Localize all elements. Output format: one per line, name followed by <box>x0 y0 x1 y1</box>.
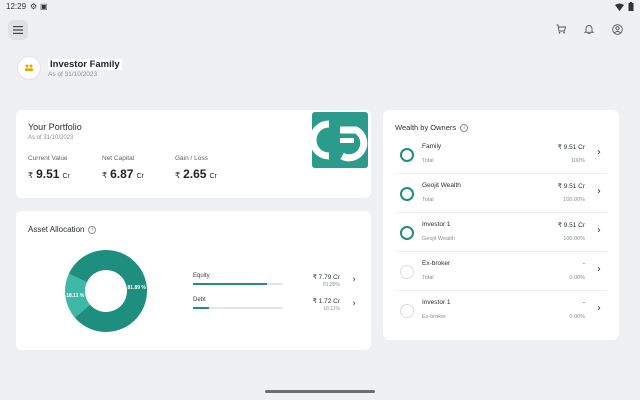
asset-allocation-card: Asset Allocation i 81.89 % 18.11 % Equity … <box>16 211 371 350</box>
owner-row[interactable]: Family Total ₹ 9.51 Cr 100% › <box>395 136 607 174</box>
notification-icon: ▣ <box>40 2 48 11</box>
allocation-bar-track <box>193 307 283 309</box>
net-capital-value: ₹6.87 Cr <box>102 167 144 181</box>
gain-loss-amount: 2.65 <box>183 167 207 181</box>
owner-percent: 0.00% <box>569 275 585 281</box>
owner-name: Ex-broker <box>422 260 451 267</box>
allocation-bar-fill <box>193 283 267 285</box>
bell-icon[interactable] <box>582 22 596 36</box>
currency-symbol: ₹ <box>175 171 181 180</box>
info-icon[interactable]: i <box>460 124 469 133</box>
owner-name: Investor 1 <box>422 221 451 228</box>
status-time: 12:29 <box>6 2 27 11</box>
account-icon[interactable] <box>610 22 624 36</box>
allocation-bar-fill <box>193 307 210 309</box>
chevron-right-icon[interactable]: › <box>597 147 601 158</box>
owner-ring-indicator <box>400 304 414 318</box>
chevron-right-icon[interactable]: › <box>597 186 601 197</box>
owner-sub: Total <box>422 158 434 164</box>
allocation-row-percent: 18.11% <box>323 306 340 312</box>
owner-percent: 100.00% <box>563 197 585 203</box>
header-actions <box>554 22 624 36</box>
wealth-by-owners-title: Wealth by Owners i <box>395 123 469 133</box>
battery-icon <box>628 2 634 13</box>
owner-ring-indicator <box>400 148 414 162</box>
owner-value: ₹ 9.51 Cr <box>557 144 585 151</box>
owner-ring-indicator <box>400 226 414 240</box>
owner-row[interactable]: Geojit Wealth Total ₹ 9.51 Cr 100.00% › <box>395 175 607 213</box>
home-indicator[interactable] <box>265 390 375 393</box>
owner-ring-indicator <box>400 265 414 279</box>
family-as-of-date: As of 31/10/2023 <box>48 71 98 78</box>
chevron-right-icon[interactable]: › <box>597 303 601 314</box>
allocation-row-debt[interactable]: Debt ₹ 1.72 Cr 18.11% › <box>193 297 358 327</box>
group-icon <box>24 59 34 77</box>
owner-row[interactable]: Ex-broker Total - 0.00% › <box>395 253 607 291</box>
menu-button[interactable] <box>8 20 28 40</box>
geojit-logo <box>309 112 368 168</box>
status-bar: 12:29 ⚙ ▣ <box>0 0 640 14</box>
menu-icon <box>13 21 23 39</box>
settings-icon: ⚙ <box>30 2 38 11</box>
allocation-row-percent: 81.89% <box>323 282 340 288</box>
donut-label-equity: 81.89 % <box>128 285 147 291</box>
family-avatar[interactable] <box>17 56 41 80</box>
allocation-row-label: Debt <box>193 297 206 303</box>
owner-percent: 100.00% <box>563 236 585 242</box>
net-capital-amount: 6.87 <box>110 167 134 181</box>
owner-sub: Total <box>422 197 434 203</box>
chevron-right-icon[interactable]: › <box>597 225 601 236</box>
owner-name: Investor 1 <box>422 299 451 306</box>
current-value: ₹9.51 Cr <box>28 167 70 181</box>
owner-value: ₹ 9.51 Cr <box>557 222 585 229</box>
owner-percent: 0.00% <box>569 314 585 320</box>
owner-row[interactable]: Investor 1 Geojit Wealth ₹ 9.51 Cr 100.0… <box>395 214 607 252</box>
owner-value: - <box>582 299 585 306</box>
portfolio-title: Your Portfolio <box>28 122 82 132</box>
allocation-donut-chart[interactable]: 81.89 % 18.11 % <box>64 249 148 333</box>
owner-ring-indicator <box>400 187 414 201</box>
owner-name: Geojit Wealth <box>422 182 461 189</box>
net-capital-label: Net Capital <box>102 155 135 162</box>
currency-symbol: ₹ <box>102 171 108 180</box>
owner-name: Family <box>422 143 442 150</box>
portfolio-card[interactable]: Your Portfolio As of 31/10/2023 Current … <box>16 110 371 198</box>
owner-sub: Ex-broker <box>422 314 446 320</box>
owner-value: ₹ 9.51 Cr <box>557 183 585 190</box>
current-value-unit: Cr <box>62 173 70 180</box>
gain-loss-label: Gain / Loss <box>175 155 208 162</box>
current-value-label: Current Value <box>28 155 68 162</box>
allocation-bar-track <box>193 283 283 285</box>
chevron-right-icon[interactable]: › <box>352 299 356 309</box>
wifi-icon <box>615 3 624 13</box>
cart-icon[interactable] <box>554 22 568 36</box>
family-name[interactable]: Investor Family <box>48 59 122 70</box>
owner-row[interactable]: Investor 1 Ex-broker - 0.00% › <box>395 292 607 330</box>
wealth-by-owners-card: Wealth by Owners i Family Total ₹ 9.51 Cr… <box>383 110 619 340</box>
wealth-by-owners-title-text: Wealth by Owners <box>395 123 457 132</box>
asset-allocation-title-text: Asset Allocation <box>28 225 85 234</box>
owner-percent: 100% <box>570 158 585 164</box>
allocation-row-amount: ₹ 1.72 Cr <box>312 298 340 305</box>
info-icon[interactable]: i <box>88 225 97 234</box>
current-value-amount: 9.51 <box>36 167 60 181</box>
asset-allocation-title: Asset Allocation i <box>28 225 97 234</box>
allocation-row-label: Equity <box>193 273 210 279</box>
owner-value: - <box>582 260 585 267</box>
owner-sub: Geojit Wealth <box>422 236 455 242</box>
portfolio-as-of: As of 31/10/2023 <box>28 135 74 141</box>
chevron-right-icon[interactable]: › <box>352 275 356 285</box>
donut-label-debt: 18.11 % <box>66 293 85 299</box>
owner-sub: Total <box>422 275 434 281</box>
chevron-right-icon[interactable]: › <box>597 264 601 275</box>
gain-loss-value: ₹2.65 Cr <box>175 167 217 181</box>
currency-symbol: ₹ <box>28 171 34 180</box>
gain-loss-unit: Cr <box>209 173 217 180</box>
allocation-row-amount: ₹ 7.79 Cr <box>312 274 340 281</box>
net-capital-unit: Cr <box>136 173 144 180</box>
